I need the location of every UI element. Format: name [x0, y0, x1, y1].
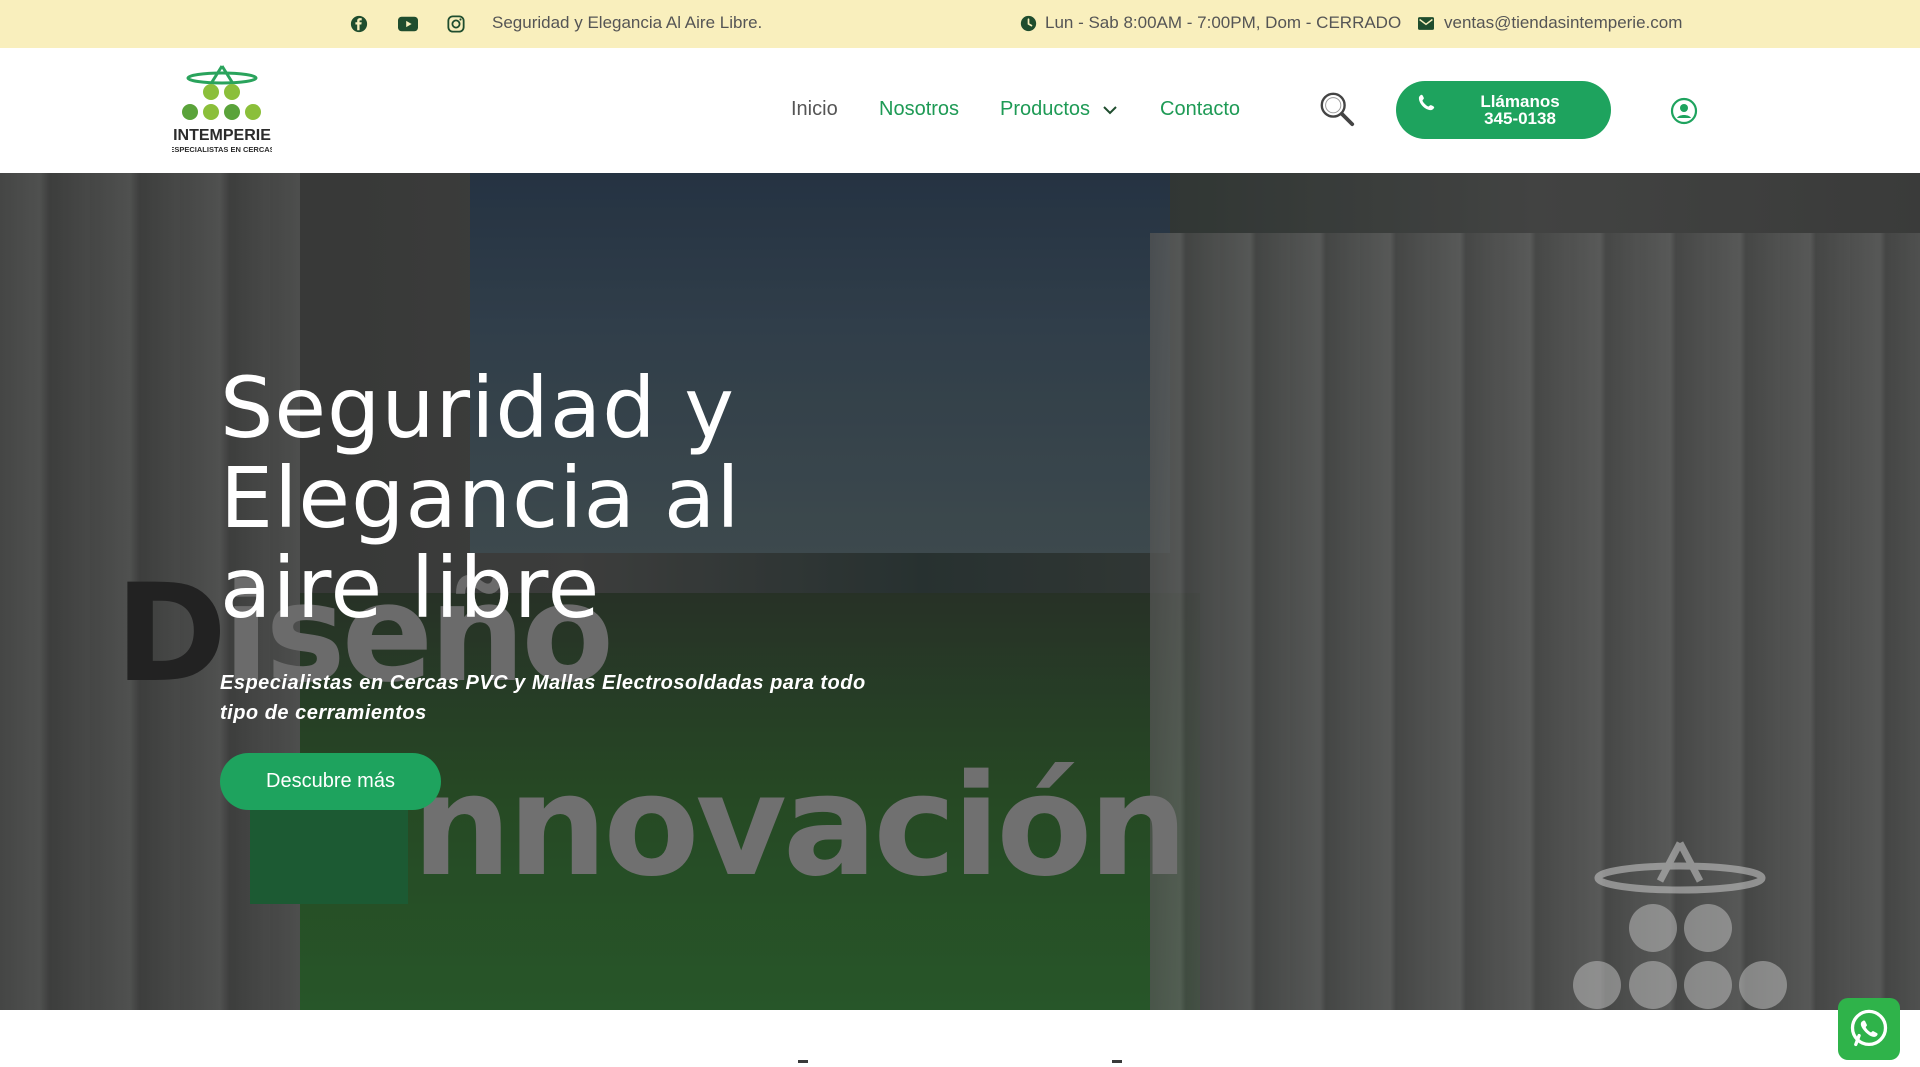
- call-number: 345-0138: [1484, 109, 1556, 128]
- whatsapp-icon: [1850, 1009, 1888, 1047]
- mail-icon: [1418, 16, 1434, 30]
- logo-text: INTEMPERIE: [173, 127, 271, 144]
- nav-productos-label: Productos: [1000, 98, 1091, 120]
- facebook-icon[interactable]: [347, 12, 371, 36]
- top-bar: Seguridad y Elegancia Al Aire Libre. Lun…: [0, 0, 1920, 48]
- next-section: [0, 1010, 1920, 1067]
- call-label: Llámanos: [1480, 92, 1560, 111]
- business-hours: Lun - Sab 8:00AM - 7:00PM, Dom - CERRADO: [1020, 13, 1401, 33]
- nav-nosotros[interactable]: Nosotros: [879, 98, 959, 121]
- search-icon[interactable]: [1318, 90, 1356, 128]
- youtube-icon[interactable]: [396, 12, 420, 36]
- nav-productos[interactable]: Productos: [1000, 98, 1118, 121]
- chevron-down-icon: [1102, 106, 1117, 115]
- logo-watermark-icon: [1573, 841, 1787, 1009]
- site-logo[interactable]: INTEMPERIE ESPECIALISTAS EN CERCAS: [169, 62, 275, 162]
- hero-section: Diseño nnovación Seguridad y Elegancia a…: [0, 173, 1920, 1010]
- email-link[interactable]: ventas@tiendasintemperie.com: [1418, 13, 1682, 33]
- email-text: ventas@tiendasintemperie.com: [1444, 13, 1683, 32]
- hero-title: Seguridad y Elegancia al aire libre: [220, 359, 741, 637]
- call-button[interactable]: Llámanos 345-0138: [1396, 81, 1611, 139]
- section-heading-fragment: [1112, 1060, 1122, 1063]
- user-account-icon[interactable]: [1670, 97, 1698, 125]
- phone-icon: [1418, 94, 1435, 111]
- section-heading-fragment: [798, 1060, 808, 1063]
- hero-subtitle: Especialistas en Cercas PVC y Mallas Ele…: [220, 672, 866, 724]
- nav-contacto[interactable]: Contacto: [1160, 98, 1240, 121]
- hours-text: Lun - Sab 8:00AM - 7:00PM, Dom - CERRADO: [1045, 13, 1402, 32]
- whatsapp-chat-button[interactable]: [1838, 998, 1900, 1060]
- instagram-icon[interactable]: [444, 12, 468, 36]
- discover-more-button[interactable]: Descubre más: [220, 753, 441, 810]
- nav-inicio[interactable]: Inicio: [791, 98, 838, 121]
- logo-subtext: ESPECIALISTAS EN CERCAS: [172, 145, 272, 154]
- topbar-tagline: Seguridad y Elegancia Al Aire Libre.: [492, 13, 763, 32]
- site-header: INTEMPERIE ESPECIALISTAS EN CERCAS Inici…: [0, 48, 1920, 173]
- clock-icon: [1020, 15, 1037, 31]
